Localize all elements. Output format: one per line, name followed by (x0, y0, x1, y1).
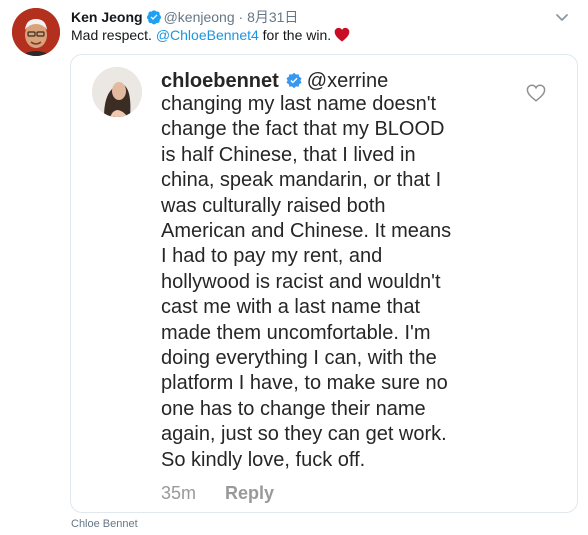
comment-line: made them uncomfortable. I'm (161, 321, 431, 344)
attached-image[interactable]: chloebennet @xerrine changing my last nam… (70, 54, 578, 513)
comment-line: cast me with a last name that (161, 296, 421, 319)
comment-line: china, speak mandarin, or that I (161, 169, 442, 192)
red-heart-icon (334, 27, 350, 46)
comment-line: changing my last name doesn't (161, 93, 437, 115)
commenter-avatar-image (92, 67, 142, 117)
comment-reply-label: Reply (225, 483, 275, 503)
comment-line: was culturally raised both (161, 194, 386, 217)
separator-dot: · (238, 9, 244, 25)
tweet-text-prefix: Mad respect. (71, 27, 156, 43)
comment-line: American and Chinese. It means (161, 220, 452, 243)
mention-link[interactable]: @ChloeBennet4 (156, 27, 259, 43)
comment-text: changing my last name doesn't change the… (161, 92, 561, 473)
author-handle[interactable]: @kenjeong (164, 9, 235, 25)
comment-age: 35m (161, 483, 197, 503)
commenter-username: chloebennet (161, 70, 279, 92)
media-tag-caption[interactable]: Chloe Bennet (71, 517, 138, 531)
comment-line: change the fact that my BLOOD (161, 118, 445, 141)
comment-line: platform I have, to make sure no (161, 372, 448, 395)
chevron-down-icon[interactable] (555, 10, 569, 28)
comment-line: one has to change their name (161, 397, 426, 420)
comment-meta: 35m Reply (161, 482, 274, 504)
tweet-text: Mad respect. @ChloeBennet4 for the win. (71, 26, 350, 46)
tweet-text-suffix: for the win. (258, 27, 332, 43)
commenter-avatar (92, 67, 142, 117)
author-avatar[interactable] (12, 8, 60, 56)
comment-line: doing everything I can, with the (161, 347, 437, 370)
comment-line: is half Chinese, that I lived in (161, 143, 416, 166)
comment-line: again, just so they can get work. (161, 423, 447, 446)
author-name[interactable]: Ken Jeong (71, 9, 143, 25)
comment-line: hollywood is racist and wouldn't (161, 270, 441, 293)
author-avatar-image (12, 8, 60, 56)
tweet-date[interactable]: 8月31日 (247, 9, 298, 25)
comment-line: So kindly love, fuck off. (161, 448, 366, 471)
comment-line: I had to pay my rent, and (161, 245, 383, 268)
reply-to-handle: @xerrine (306, 70, 389, 92)
